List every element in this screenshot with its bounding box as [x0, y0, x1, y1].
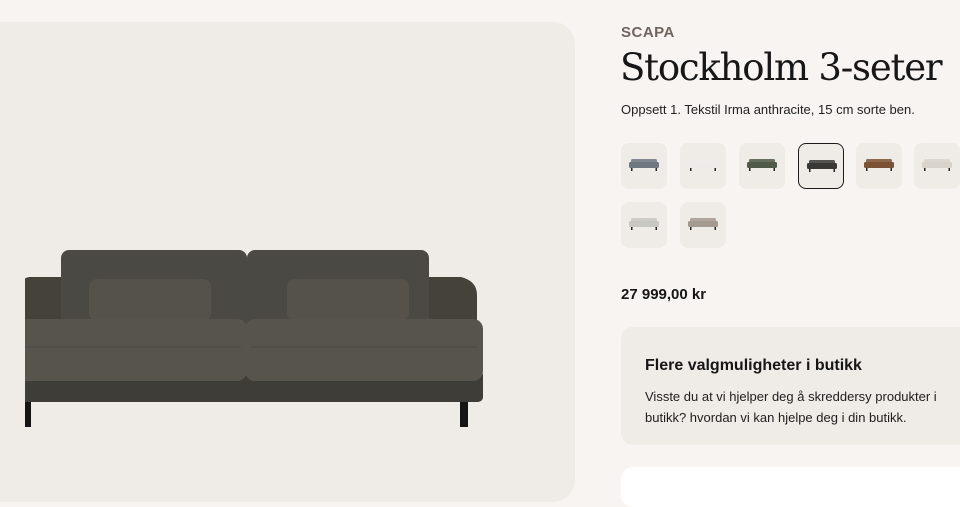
sofa-thumbnail-icon	[629, 159, 659, 171]
sofa-thumbnail-icon	[807, 160, 837, 172]
swatch-light-beige[interactable]	[914, 143, 960, 189]
product-image-panel	[0, 22, 575, 502]
sofa-thumbnail-icon	[629, 218, 659, 230]
store-options-text: Visste du at vi hjelper deg å skreddersy…	[645, 389, 937, 425]
swatch-white[interactable]	[680, 143, 726, 189]
next-card	[621, 467, 960, 507]
sofa-thumbnail-icon	[922, 159, 952, 171]
product-subtitle: Oppsett 1. Tekstil Irma anthracite, 15 c…	[621, 102, 915, 117]
sofa-thumbnail-icon	[688, 159, 718, 171]
sofa-thumbnail-icon	[864, 159, 894, 171]
sofa-thumbnail-icon	[747, 159, 777, 171]
brand-label[interactable]: SCAPA	[621, 24, 675, 41]
store-options-box: Flere valgmuligheter i butikk Visste du …	[621, 327, 960, 445]
product-title: Stockholm 3-seter	[620, 46, 943, 89]
swatch-green[interactable]	[739, 143, 785, 189]
swatch-blue-grey[interactable]	[621, 143, 667, 189]
swatch-taupe[interactable]	[680, 202, 726, 248]
swatch-brown[interactable]	[856, 143, 902, 189]
swatch-light-grey[interactable]	[621, 202, 667, 248]
product-price: 27 999,00 kr	[621, 286, 707, 303]
store-options-title: Flere valgmuligheter i butikk	[645, 357, 862, 374]
swatch-anthracite[interactable]	[798, 143, 844, 189]
sofa-thumbnail-icon	[688, 218, 718, 230]
sofa-image[interactable]	[25, 225, 505, 431]
